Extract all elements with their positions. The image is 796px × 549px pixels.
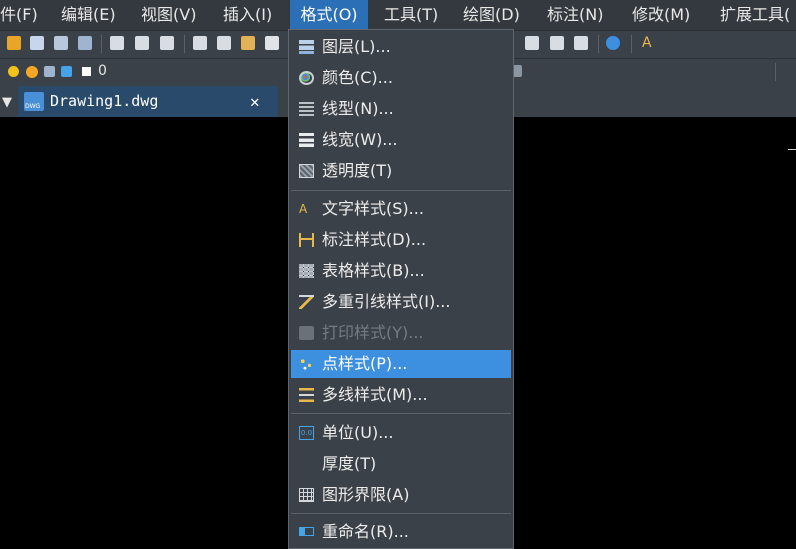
text-style-tool-icon[interactable]: A [642, 36, 656, 50]
table-style-icon [299, 264, 314, 278]
print-preview-icon[interactable] [135, 36, 149, 50]
layer-icon [299, 40, 314, 54]
crosshair-fragment [788, 149, 796, 150]
menu-item-text-style[interactable]: A 文字样式(S)... [291, 195, 511, 223]
paste-icon[interactable] [241, 36, 255, 50]
limits-icon [299, 488, 314, 502]
menu-item-lineweight[interactable]: 线宽(W)... [291, 126, 511, 154]
menu-item-multileader-style[interactable]: 多重引线样式(I)... [291, 288, 511, 316]
layer-freeze-icon[interactable] [26, 66, 38, 78]
viewport-icon[interactable] [44, 66, 55, 77]
menu-item-table-style[interactable]: 表格样式(B)... [291, 257, 511, 285]
format-menu: 图层(L)... 颜色(C)... 线型(N)... 线宽(W)... 透明度(… [288, 29, 514, 549]
document-tab-title: Drawing1.dwg [50, 92, 159, 110]
menu-insert[interactable]: 插入(I) [223, 0, 272, 30]
menu-item-units[interactable]: 0.0 单位(U)... [291, 419, 511, 447]
menu-format[interactable]: 格式(O) [290, 0, 368, 30]
copy-icon[interactable] [217, 36, 231, 50]
rename-icon [299, 527, 314, 536]
transparency-icon [299, 164, 314, 178]
menu-modify[interactable]: 修改(M) [632, 0, 690, 30]
menu-item-linetype[interactable]: 线型(N)... [291, 95, 511, 123]
menu-edit[interactable]: 编辑(E) [61, 0, 116, 30]
calculator-icon[interactable] [525, 36, 539, 50]
dwg-file-icon: DWG [24, 92, 44, 111]
layer-lock-icon[interactable] [61, 66, 72, 77]
print-icon[interactable] [110, 36, 124, 50]
multiline-style-icon [299, 388, 314, 402]
menu-view[interactable]: 视图(V) [141, 0, 196, 30]
close-icon[interactable]: ✕ [250, 86, 260, 117]
lineweight-icon [299, 133, 314, 147]
menu-dimension[interactable]: 标注(N) [547, 0, 603, 30]
menu-tools[interactable]: 工具(T) [384, 0, 438, 30]
tab-menu-icon[interactable]: ▼ [2, 95, 12, 110]
linetype-icon [299, 102, 314, 116]
current-layer-name: 0 [98, 63, 107, 79]
dimension-style-icon [299, 233, 314, 247]
menu-item-layer[interactable]: 图层(L)... [291, 33, 511, 61]
multileader-style-icon [299, 295, 314, 309]
plot-style-icon [299, 326, 314, 340]
menu-item-transparency[interactable]: 透明度(T) [291, 157, 511, 185]
menu-item-plot-style: 打印样式(Y)... [291, 319, 511, 347]
markup-icon[interactable] [574, 36, 588, 50]
save-as-icon[interactable] [54, 36, 68, 50]
units-icon: 0.0 [299, 426, 314, 440]
help-icon[interactable] [606, 36, 620, 50]
save-icon[interactable] [30, 36, 44, 50]
text-style-icon: A [299, 202, 308, 216]
layer-on-icon[interactable] [8, 66, 19, 77]
menu-file[interactable]: 件(F) [0, 0, 38, 30]
menu-bar: 件(F) 编辑(E) 视图(V) 插入(I) 格式(O) 工具(T) 绘图(D)… [0, 0, 796, 31]
menu-item-thickness[interactable]: 厚度(T) [291, 450, 511, 478]
menu-item-dimension-style[interactable]: 标注样式(D)... [291, 226, 511, 254]
sheet-icon[interactable] [550, 36, 564, 50]
batch-save-icon[interactable] [78, 36, 92, 50]
menu-item-multiline-style[interactable]: 多线样式(M)... [291, 381, 511, 409]
menu-draw[interactable]: 绘图(D) [463, 0, 520, 30]
layer-color-swatch [82, 67, 91, 76]
document-tab[interactable]: DWG Drawing1.dwg ✕ [18, 86, 278, 117]
menu-item-rename[interactable]: 重命名(R)... [291, 518, 511, 546]
match-properties-icon[interactable] [265, 36, 279, 50]
menu-extension-tools[interactable]: 扩展工具( [720, 0, 790, 30]
point-style-icon [299, 357, 314, 371]
menu-item-drawing-limits[interactable]: 图形界限(A) [291, 481, 511, 509]
cut-icon[interactable] [193, 36, 207, 50]
menu-item-color[interactable]: 颜色(C)... [291, 64, 511, 92]
publish-icon[interactable] [160, 36, 174, 50]
open-icon[interactable] [7, 36, 21, 50]
palette-icon [299, 71, 314, 85]
menu-item-point-style[interactable]: 点样式(P)... [291, 350, 511, 378]
